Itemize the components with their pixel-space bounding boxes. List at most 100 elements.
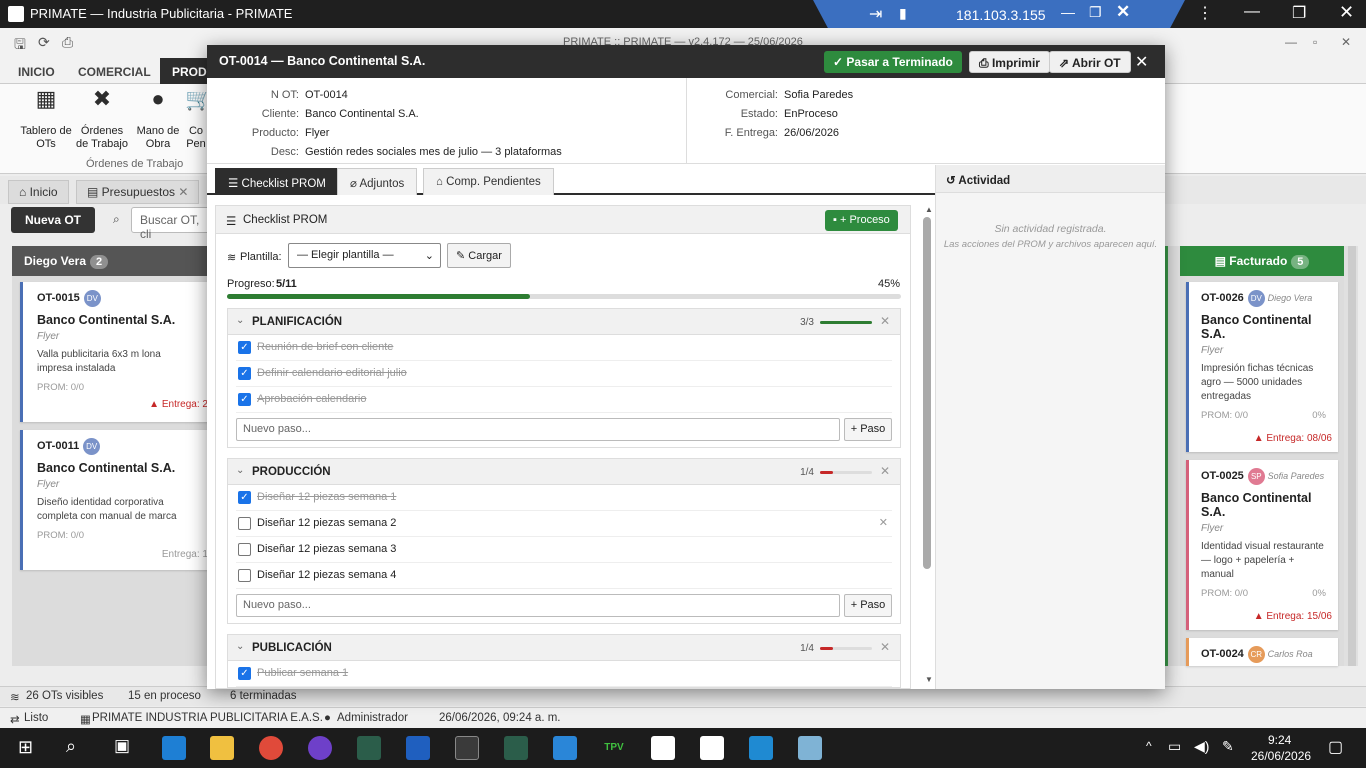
close-tab-icon[interactable]: ✕ — [178, 185, 188, 199]
rdp-close-icon[interactable]: ✕ — [1116, 2, 1130, 22]
board-button[interactable]: ▦ Tablero de OTs — [20, 88, 72, 151]
section-header[interactable]: ⌄ PLANIFICACIÓN 3/3 ✕ — [228, 309, 900, 335]
app-icon[interactable] — [357, 736, 381, 760]
chevron-down-icon[interactable]: ⌄ — [236, 641, 244, 652]
stack-icon[interactable] — [553, 736, 577, 760]
board-scrollbar[interactable] — [1348, 246, 1356, 666]
rdp-minimize-icon[interactable]: — — [1061, 4, 1075, 20]
more-menu-icon[interactable]: ⋮ — [1197, 3, 1213, 23]
windows-start-icon[interactable]: ⊞ — [18, 737, 33, 758]
primate-app-icon[interactable] — [651, 736, 675, 760]
app-restore-icon[interactable]: ▫ — [1313, 35, 1317, 49]
column-header: ▤ Facturado 5 — [1180, 246, 1344, 276]
app-minimize-icon[interactable]: — — [1285, 35, 1297, 49]
terminal-icon[interactable] — [455, 736, 479, 760]
remove-section-icon[interactable]: ✕ — [880, 640, 890, 654]
pen-icon[interactable]: ✎ — [1222, 738, 1234, 755]
card-owner: Carlos Roa — [1267, 649, 1313, 659]
step-checkbox[interactable]: ✓ — [238, 393, 251, 406]
tray-chevron-icon[interactable]: ^ — [1146, 739, 1152, 753]
refresh-icon[interactable]: ⟳ — [38, 34, 54, 50]
print-button[interactable]: ⎙ Imprimir — [969, 51, 1050, 73]
tab-pending-purchases[interactable]: ⌂ Comp. Pendientes — [423, 168, 554, 195]
remove-section-icon[interactable]: ✕ — [880, 464, 890, 478]
scroll-down-icon[interactable]: ▼ — [925, 675, 933, 684]
open-ot-button[interactable]: ⇗ Abrir OT — [1049, 51, 1131, 73]
doc-tab-presupuestos[interactable]: ▤ Presupuestos ✕ — [76, 180, 200, 204]
section-header[interactable]: ⌄ PRODUCCIÓN 1/4 ✕ — [228, 459, 900, 485]
section-header[interactable]: ⌄ PUBLICACIÓN 1/4 ✕ — [228, 635, 900, 661]
new-step-input[interactable]: Nuevo paso... — [236, 594, 840, 617]
chevron-down-icon[interactable]: ⌄ — [236, 315, 244, 326]
ot-card[interactable]: OT-0026 DV Diego Vera Banco Continental S… — [1186, 282, 1338, 452]
step-checkbox[interactable] — [238, 517, 251, 530]
load-template-button[interactable]: ✎ Cargar — [447, 243, 511, 268]
edge-icon[interactable] — [162, 736, 186, 760]
rdp-restore-icon[interactable]: ❐ — [1089, 4, 1102, 21]
template-select[interactable]: — Elegir plantilla — ⌄ — [288, 243, 441, 268]
doc-tab-inicio[interactable]: ⌂ Inicio — [8, 180, 69, 204]
n-app-icon[interactable] — [406, 736, 430, 760]
search-input[interactable]: Buscar OT, cli — [131, 207, 211, 241]
chrome-icon[interactable] — [259, 736, 283, 760]
add-step-button[interactable]: + Paso — [844, 594, 892, 617]
tab-attachments[interactable]: ⌀ Adjuntos — [337, 168, 418, 195]
checklist-section: ⌄ PLANIFICACIÓN 3/3 ✕ ✓ Reunión de brief con … — [227, 308, 901, 448]
taskbar-search-icon[interactable]: ⌕ — [66, 736, 76, 757]
github-icon[interactable] — [308, 736, 332, 760]
scroll-up-icon[interactable]: ▲ — [925, 205, 933, 214]
remove-section-icon[interactable]: ✕ — [880, 314, 890, 328]
new-step-input[interactable]: Nuevo paso... — [236, 418, 840, 441]
ot-card[interactable]: OT-0011 DV Banco Continental S.A. Flyer D… — [20, 430, 212, 570]
rdp-bar: ⇥ ▮ 181.103.3.155 — ❐ ✕ — [813, 0, 1185, 28]
add-process-button[interactable]: ▪ + Proceso — [825, 210, 898, 231]
notes-icon[interactable] — [798, 736, 822, 760]
ribbon-tab-comercial[interactable]: COMERCIAL — [78, 65, 151, 79]
labor-button[interactable]: ● Mano de Obra — [132, 88, 184, 151]
ot-card[interactable]: OT-0025 SP Sofia Paredes Banco Continenta… — [1186, 460, 1338, 630]
finish-button[interactable]: ✓ Pasar a Terminado — [824, 51, 962, 73]
pin-icon[interactable]: ⇥ — [869, 4, 882, 24]
ot-card[interactable]: OT-0015 DV Banco Continental S.A. Flyer V… — [20, 282, 212, 422]
checklist-icon: ☰ — [228, 178, 242, 190]
anthropic-icon[interactable] — [700, 736, 724, 760]
minimize-icon[interactable]: — — [1244, 3, 1260, 21]
app-icon-2[interactable] — [504, 736, 528, 760]
step-checkbox[interactable]: ✓ — [238, 491, 251, 504]
network-icon[interactable]: ▭ — [1168, 738, 1181, 755]
add-step-button[interactable]: + Paso — [844, 418, 892, 441]
notifications-icon[interactable]: ▢ — [1328, 737, 1343, 757]
work-orders-button[interactable]: ✖ Órdenes de Trabajo — [76, 88, 128, 151]
tpv-icon[interactable]: TPV — [602, 736, 626, 760]
clock-time[interactable]: 9:24 — [1268, 733, 1291, 747]
volume-icon[interactable]: ◀) — [1194, 738, 1209, 755]
modal-close-icon[interactable]: ✕ — [1135, 52, 1148, 72]
file-explorer-icon[interactable] — [210, 736, 234, 760]
chevron-down-icon[interactable]: ⌄ — [236, 465, 244, 476]
ribbon-tab-inicio[interactable]: INICIO — [18, 65, 55, 79]
save-icon[interactable]: 🖫 — [14, 34, 30, 52]
step-checkbox[interactable]: ✓ — [238, 341, 251, 354]
layers-icon: ≋ — [10, 692, 20, 704]
finish-button-label: Pasar a Terminado — [846, 55, 953, 69]
step-checkbox[interactable]: ✓ — [238, 367, 251, 380]
pending-button[interactable]: 🛒 Co Pen — [184, 92, 208, 151]
window-title: PRIMATE — Industria Publicitaria - PRIMA… — [30, 6, 293, 21]
step-checkbox[interactable] — [238, 569, 251, 582]
checklist-scrollbar[interactable]: ▲ ▼ — [921, 205, 933, 689]
vscode-icon[interactable] — [749, 736, 773, 760]
activity-title: Actividad — [958, 175, 1011, 187]
app-close-icon[interactable]: ✕ — [1341, 35, 1351, 49]
task-view-icon[interactable]: ▣ — [114, 736, 130, 756]
remove-step-icon[interactable]: ✕ — [879, 516, 888, 529]
print-icon[interactable]: ⎙ — [62, 34, 78, 50]
ot-card[interactable]: OT-0024 CR Carlos Roa — [1186, 638, 1338, 666]
new-ot-button[interactable]: Nueva OT — [11, 207, 96, 233]
tab-checklist[interactable]: ☰ Checklist PROM — [215, 168, 339, 195]
step-checkbox[interactable] — [238, 543, 251, 556]
scroll-thumb[interactable] — [923, 217, 931, 569]
step-checkbox[interactable]: ✓ — [238, 667, 251, 680]
clock-date[interactable]: 26/06/2026 — [1251, 749, 1311, 763]
close-icon[interactable]: ✕ — [1339, 2, 1354, 23]
maximize-icon[interactable]: ❐ — [1292, 3, 1306, 23]
